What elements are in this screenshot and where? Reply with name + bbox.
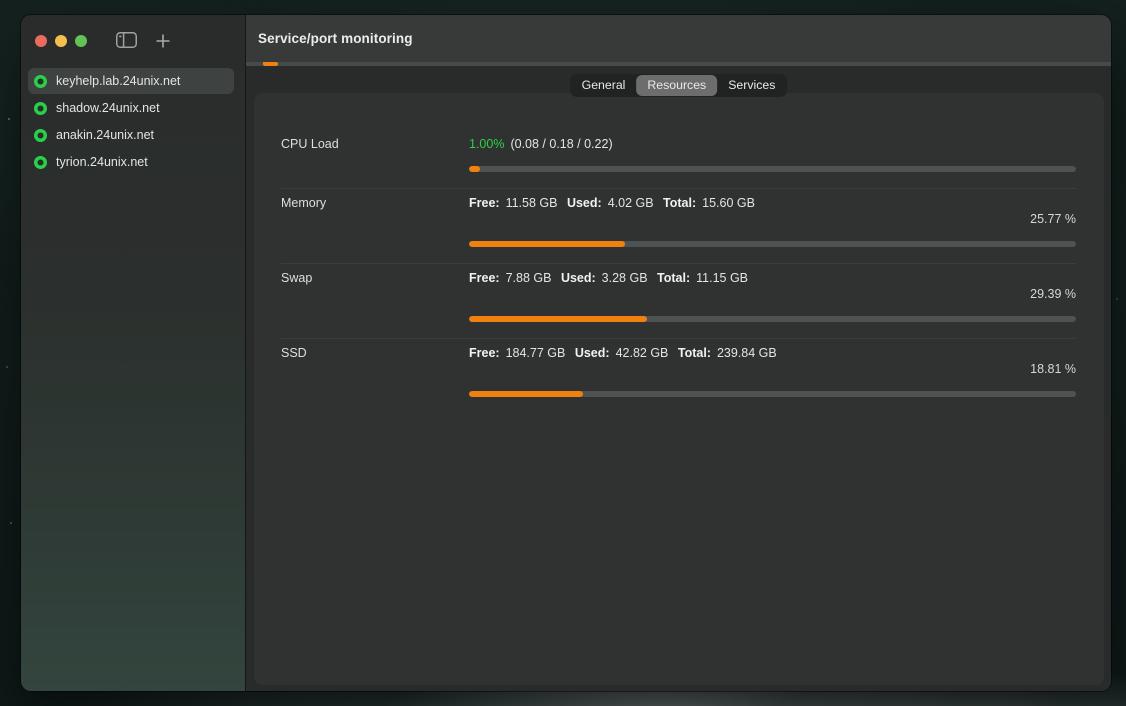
titlebar: Service/port monitoring xyxy=(246,15,1111,62)
resource-row-cpu: CPU Load 1.00% (0.08 / 0.18 / 0.22) xyxy=(281,93,1076,189)
memory-progress-fill xyxy=(469,241,625,247)
ssd-value-line: Free: 184.77 GB Used: 42.82 GB Total: 239.8… xyxy=(469,346,1076,361)
sidebar-item-server[interactable]: shadow.24unix.net xyxy=(28,95,234,121)
free-label: Free: xyxy=(469,196,500,210)
sidebar: keyhelp.lab.24unix.net shadow.24unix.net… xyxy=(21,15,245,691)
used-value: 3.28 GB xyxy=(602,271,648,285)
resource-row-memory: Memory Free: 11.58 GB Used: 4.02 GB Total:… xyxy=(281,189,1076,264)
app-window: keyhelp.lab.24unix.net shadow.24unix.net… xyxy=(21,15,1111,691)
cpu-load-value: 1.00% xyxy=(469,137,504,151)
total-label: Total: xyxy=(657,271,690,285)
traffic-lights xyxy=(35,35,87,47)
memory-percent: 25.77 % xyxy=(469,212,1076,227)
cpu-progress-bar xyxy=(469,166,1076,172)
status-online-icon xyxy=(34,75,47,88)
row-label: Memory xyxy=(281,196,469,247)
used-label: Used: xyxy=(567,196,602,210)
free-label: Free: xyxy=(469,271,500,285)
page-title: Service/port monitoring xyxy=(258,31,413,46)
tab-services[interactable]: Services xyxy=(717,75,786,96)
desktop-background xyxy=(8,118,10,120)
resource-rows: CPU Load 1.00% (0.08 / 0.18 / 0.22) xyxy=(281,93,1076,413)
tab-resources[interactable]: Resources xyxy=(636,75,717,96)
swap-value-line: Free: 7.88 GB Used: 3.28 GB Total: 11.15 GB xyxy=(469,271,1076,286)
tab-general[interactable]: General xyxy=(571,75,637,96)
row-label: CPU Load xyxy=(281,137,469,172)
used-label: Used: xyxy=(575,346,610,360)
total-value: 11.15 GB xyxy=(696,271,748,285)
row-label: Swap xyxy=(281,271,469,322)
sidebar-item-server[interactable]: tyrion.24unix.net xyxy=(28,149,234,175)
ssd-progress-bar xyxy=(469,391,1076,397)
ssd-progress-fill xyxy=(469,391,583,397)
cpu-value-line: 1.00% (0.08 / 0.18 / 0.22) xyxy=(469,137,1076,152)
server-name: keyhelp.lab.24unix.net xyxy=(56,74,180,88)
server-name: anakin.24unix.net xyxy=(56,128,154,142)
server-name: tyrion.24unix.net xyxy=(56,155,148,169)
total-value: 239.84 GB xyxy=(717,346,777,360)
resource-row-swap: Swap Free: 7.88 GB Used: 3.28 GB Total: 11.… xyxy=(281,264,1076,339)
minimize-window-icon[interactable] xyxy=(55,35,67,47)
free-value: 7.88 GB xyxy=(506,271,552,285)
free-label: Free: xyxy=(469,346,500,360)
server-name: shadow.24unix.net xyxy=(56,101,160,115)
memory-progress-bar xyxy=(469,241,1076,247)
row-label: SSD xyxy=(281,346,469,397)
free-value: 11.58 GB xyxy=(506,196,558,210)
tab-bar: General Resources Services xyxy=(570,74,788,97)
free-value: 184.77 GB xyxy=(506,346,566,360)
memory-value-line: Free: 11.58 GB Used: 4.02 GB Total: 15.60 G… xyxy=(469,196,1076,211)
sidebar-item-server[interactable]: keyhelp.lab.24unix.net xyxy=(28,68,234,94)
total-label: Total: xyxy=(678,346,711,360)
server-list: keyhelp.lab.24unix.net shadow.24unix.net… xyxy=(21,67,245,176)
total-value: 15.60 GB xyxy=(702,196,755,210)
resource-row-ssd: SSD Free: 184.77 GB Used: 42.82 GB Total: 2… xyxy=(281,339,1076,413)
total-label: Total: xyxy=(663,196,696,210)
main-pane: Service/port monitoring CPU Load 1.00% (0… xyxy=(246,15,1111,691)
cpu-load-averages: (0.08 / 0.18 / 0.22) xyxy=(510,137,612,151)
tab-content-panel: CPU Load 1.00% (0.08 / 0.18 / 0.22) xyxy=(254,93,1104,685)
cpu-progress-fill xyxy=(469,166,480,172)
status-online-icon xyxy=(34,102,47,115)
close-window-icon[interactable] xyxy=(35,35,47,47)
swap-progress-fill xyxy=(469,316,647,322)
used-label: Used: xyxy=(561,271,596,285)
swap-percent: 29.39 % xyxy=(469,287,1076,302)
used-value: 42.82 GB xyxy=(616,346,669,360)
toggle-sidebar-icon[interactable] xyxy=(116,32,137,48)
zoom-window-icon[interactable] xyxy=(75,35,87,47)
status-online-icon xyxy=(34,156,47,169)
used-value: 4.02 GB xyxy=(608,196,654,210)
add-server-icon[interactable] xyxy=(155,33,171,49)
status-online-icon xyxy=(34,129,47,142)
ssd-percent: 18.81 % xyxy=(469,362,1076,377)
swap-progress-bar xyxy=(469,316,1076,322)
content-area: CPU Load 1.00% (0.08 / 0.18 / 0.22) xyxy=(246,66,1111,691)
sidebar-item-server[interactable]: anakin.24unix.net xyxy=(28,122,234,148)
